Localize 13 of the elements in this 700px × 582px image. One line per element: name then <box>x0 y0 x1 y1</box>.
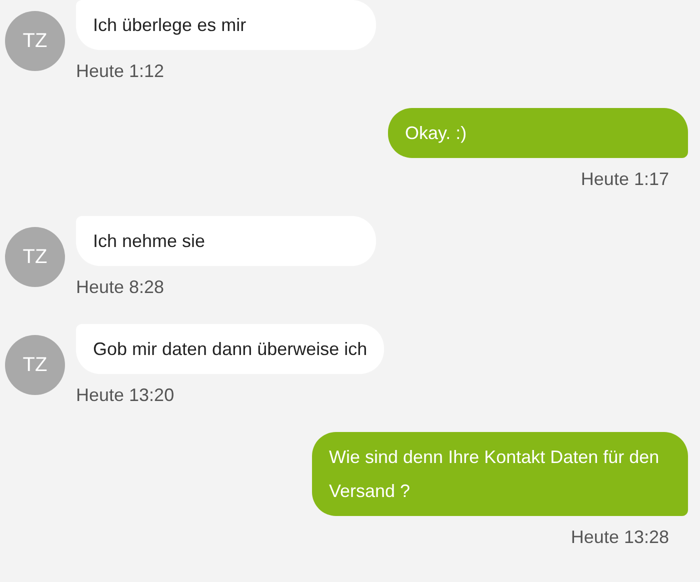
avatar: TZ <box>5 335 65 395</box>
message-bubble: Wie sind denn Ihre Kontakt Daten für den Versand ? <box>312 432 688 516</box>
message-time: Heute 8:28 <box>76 276 164 298</box>
avatar: TZ <box>5 227 65 287</box>
message-time: Heute 1:17 <box>580 168 670 190</box>
message-bubble: Gob mir daten dann überweise ich <box>76 324 384 374</box>
message-time: Heute 13:20 <box>76 384 174 406</box>
message-bubble: Ich überlege es mir <box>76 0 376 50</box>
message-bubble: Okay. :) <box>388 108 688 158</box>
message-bubble: Ich nehme sie <box>76 216 376 266</box>
avatar: TZ <box>5 11 65 71</box>
message-time: Heute 13:28 <box>570 526 670 548</box>
message-time: Heute 1:12 <box>76 60 164 82</box>
